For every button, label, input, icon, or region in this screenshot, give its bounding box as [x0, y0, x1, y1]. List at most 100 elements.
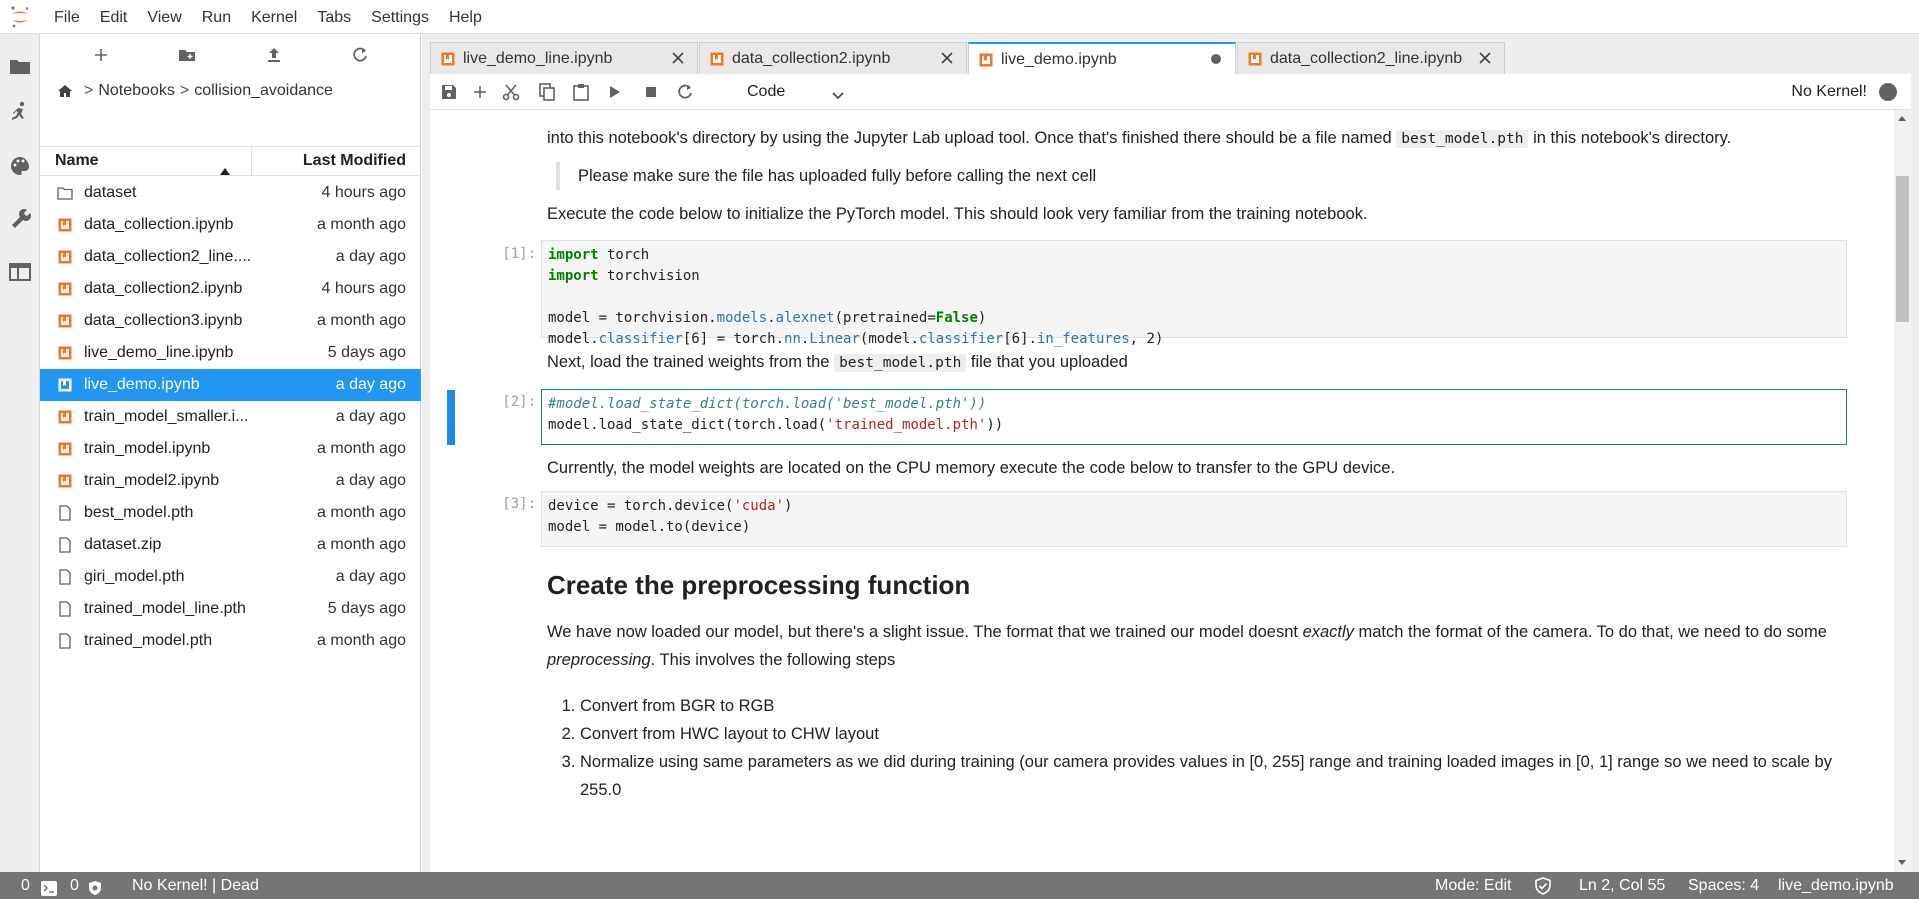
file-name: dataset	[84, 184, 137, 201]
file-row[interactable]: data_collection.ipynb a month ago	[40, 209, 421, 241]
code-cell[interactable]: device = torch.device('cuda') model = mo…	[541, 491, 1847, 547]
menu-settings[interactable]: Settings	[361, 0, 439, 34]
kernel-status-text[interactable]: No Kernel! | Dead	[132, 872, 259, 899]
shield-check-icon[interactable]	[1535, 877, 1551, 899]
cursor-position[interactable]: Ln 2, Col 55	[1579, 872, 1665, 899]
tab-data-collection2-line[interactable]: data_collection2_line.ipynb	[1237, 42, 1505, 74]
terminal-count[interactable]: 0	[21, 872, 30, 899]
menu-help[interactable]: Help	[439, 0, 492, 34]
refresh-icon[interactable]	[348, 43, 372, 67]
chevron-down-icon[interactable]	[832, 87, 844, 105]
file-row[interactable]: live_demo.ipynb a day ago	[40, 369, 421, 401]
new-launcher-button[interactable]	[89, 43, 113, 67]
scrollbar-thumb[interactable]	[1896, 176, 1909, 322]
notebook-icon	[56, 344, 74, 362]
file-name: live_demo_line.ipynb	[84, 344, 234, 361]
file-name: best_model.pth	[84, 504, 194, 521]
stop-icon[interactable]	[642, 83, 660, 101]
restart-icon[interactable]	[676, 83, 694, 101]
running-icon[interactable]	[0, 92, 40, 132]
file-icon	[56, 504, 74, 522]
markdown-text: into this notebook's directory by using …	[547, 129, 1392, 147]
scroll-down-icon[interactable]	[1898, 860, 1906, 865]
folder-icon[interactable]	[0, 46, 40, 86]
home-icon[interactable]	[57, 84, 73, 98]
palette-icon[interactable]	[0, 146, 40, 186]
file-row[interactable]: giri_model.pth a day ago	[40, 561, 421, 593]
menu-kernel[interactable]: Kernel	[241, 0, 307, 34]
markdown-text: . This involves the following steps	[650, 651, 896, 669]
cut-icon[interactable]	[502, 83, 520, 101]
file-name: data_collection2_line....	[84, 248, 252, 265]
file-name: train_model2.ipynb	[84, 472, 220, 489]
upload-icon[interactable]	[262, 43, 286, 67]
column-name-header[interactable]: Name	[40, 147, 252, 175]
paste-icon[interactable]	[572, 83, 590, 101]
notebook-icon	[56, 472, 74, 490]
tab-live-demo[interactable]: live_demo.ipynb	[968, 42, 1236, 75]
close-icon[interactable]	[671, 51, 685, 65]
folder-icon	[56, 184, 74, 202]
file-row[interactable]: data_collection2.ipynb 4 hours ago	[40, 273, 421, 305]
indent-spaces[interactable]: Spaces: 4	[1688, 872, 1759, 899]
new-folder-icon[interactable]	[175, 43, 199, 67]
file-modified: a month ago	[317, 312, 406, 329]
notebook-icon	[1248, 52, 1262, 66]
markdown-cell[interactable]: Currently, the model weights are located…	[547, 454, 1847, 482]
file-row[interactable]: dataset.zip a month ago	[40, 529, 421, 561]
file-modified: a month ago	[317, 440, 406, 457]
file-row[interactable]: data_collection3.ipynb a month ago	[40, 305, 421, 337]
file-row[interactable]: dataset 4 hours ago	[40, 177, 421, 209]
code-cell-active[interactable]: #model.load_state_dict(torch.load('best_…	[541, 389, 1847, 445]
code-cell[interactable]: import torch import torchvision model = …	[541, 240, 1847, 347]
file-browser: > Notebooks > collision_avoidance Name L…	[40, 34, 421, 872]
breadcrumb-collision-avoidance[interactable]: collision_avoidance	[194, 82, 333, 100]
kernel-name[interactable]: No Kernel!	[1791, 74, 1867, 110]
tabs-icon[interactable]	[0, 252, 40, 292]
tab-live-demo-line[interactable]: live_demo_line.ipynb	[430, 42, 698, 74]
tab-data-collection2[interactable]: data_collection2.ipynb	[699, 42, 967, 74]
menu-run[interactable]: Run	[192, 0, 241, 34]
unsaved-dot-icon[interactable]	[1209, 52, 1223, 66]
close-icon[interactable]	[940, 51, 954, 65]
menu-bar: File Edit View Run Kernel Tabs Settings …	[0, 0, 1919, 34]
file-modified: 5 days ago	[327, 600, 406, 617]
jupyter-logo-icon[interactable]	[0, 0, 40, 34]
file-row[interactable]: trained_model_line.pth 5 days ago	[40, 593, 421, 625]
file-name: live_demo.ipynb	[84, 376, 200, 393]
markdown-cell[interactable]: We have now loaded our model, but there'…	[547, 618, 1847, 674]
copy-icon[interactable]	[538, 83, 556, 101]
cell-type-select[interactable]: Code	[745, 78, 845, 106]
file-modified: a month ago	[317, 632, 406, 649]
column-modified-header[interactable]: Last Modified	[252, 147, 421, 175]
menu-file[interactable]: File	[40, 0, 90, 34]
file-row[interactable]: best_model.pth a month ago	[40, 497, 421, 529]
markdown-cell[interactable]: into this notebook's directory by using …	[547, 124, 1847, 153]
file-row[interactable]: train_model2.ipynb a day ago	[40, 465, 421, 497]
file-row[interactable]: trained_model.pth a month ago	[40, 625, 421, 657]
markdown-cell[interactable]: Next, load the trained weights from the …	[547, 348, 1847, 377]
file-row[interactable]: train_model_smaller.i... a day ago	[40, 401, 421, 433]
kernel-count[interactable]: 0	[70, 872, 79, 899]
save-icon[interactable]	[440, 83, 458, 101]
file-row[interactable]: live_demo_line.ipynb 5 days ago	[40, 337, 421, 369]
file-modified: a day ago	[335, 472, 406, 489]
menu-tabs[interactable]: Tabs	[307, 0, 361, 34]
menu-view[interactable]: View	[137, 0, 191, 34]
markdown-text: file that you uploaded	[970, 353, 1128, 371]
menu-edit[interactable]: Edit	[90, 0, 138, 34]
notebook-toolbar: Code No Kernel!	[430, 74, 1911, 110]
file-row[interactable]: data_collection2_line.... a day ago	[40, 241, 421, 273]
run-icon[interactable]	[606, 83, 624, 101]
add-cell-icon[interactable]	[471, 83, 489, 101]
close-icon[interactable]	[1478, 51, 1492, 65]
scrollbar[interactable]	[1894, 110, 1911, 872]
breadcrumb-notebooks[interactable]: Notebooks	[98, 82, 175, 100]
notebook-icon	[56, 312, 74, 330]
markdown-cell[interactable]: Execute the code below to initialize the…	[547, 200, 1847, 228]
scroll-up-icon[interactable]	[1898, 116, 1906, 121]
file-row[interactable]: train_model.ipynb a month ago	[40, 433, 421, 465]
wrench-icon[interactable]	[0, 198, 40, 238]
markdown-text: Next, load the trained weights from the	[547, 353, 830, 371]
file-browser-toolbar	[40, 34, 421, 76]
